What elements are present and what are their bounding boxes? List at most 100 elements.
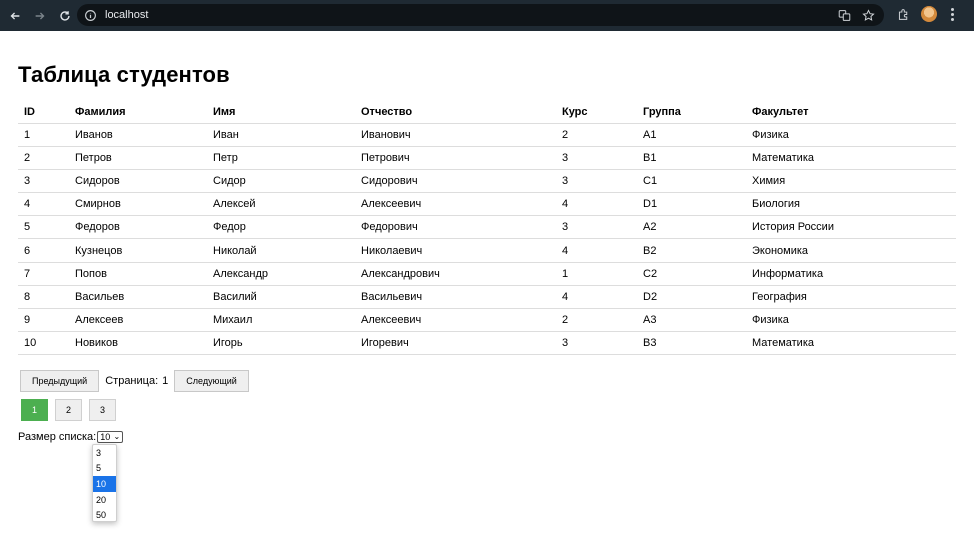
- page-button-1[interactable]: 1: [21, 399, 48, 421]
- cell-group: A1: [637, 123, 746, 147]
- cell-faculty: Математика: [746, 146, 956, 170]
- profile-avatar[interactable]: [921, 6, 937, 22]
- cell-middle-name: Николаевич: [355, 238, 556, 263]
- cell-last-name: Петров: [69, 146, 207, 170]
- star-icon[interactable]: [860, 7, 876, 23]
- cell-faculty: История России: [746, 215, 956, 240]
- cell-id: 3: [18, 169, 69, 194]
- cell-faculty: Экономика: [746, 238, 956, 263]
- cell-id: 5: [18, 215, 69, 240]
- header-last-name: Фамилия: [69, 101, 207, 124]
- address-bar[interactable]: localhost: [77, 4, 884, 26]
- cell-middle-name: Алексеевич: [355, 192, 556, 217]
- cell-group: A2: [637, 215, 746, 240]
- header-group: Группа: [637, 101, 746, 124]
- cell-last-name: Смирнов: [69, 192, 207, 217]
- cell-course: 4: [556, 192, 637, 217]
- cell-middle-name: Игоревич: [355, 331, 556, 356]
- table-row: 10 Новиков Игорь Игоревич 3 B3 Математика: [18, 331, 956, 356]
- cell-group: A3: [637, 308, 746, 333]
- table-row: 6 Кузнецов Николай Николаевич 4 B2 Экономика: [18, 238, 956, 263]
- cell-first-name: Николай: [207, 238, 355, 263]
- table-header-row: ID Фамилия Имя Отчество Курс Группа Факу…: [18, 101, 956, 124]
- page-size-option-5[interactable]: 5: [93, 461, 116, 477]
- cell-last-name: Иванов: [69, 123, 207, 147]
- extensions-icon[interactable]: [895, 6, 911, 22]
- page-size-option-3[interactable]: 3: [93, 445, 116, 461]
- cell-course: 2: [556, 308, 637, 333]
- table-row: 2 Петров Петр Петрович 3 B1 Математика: [18, 146, 956, 170]
- table-row: 1 Иванов Иван Иванович 2 A1 Физика: [18, 123, 956, 147]
- table-body: 1 Иванов Иван Иванович 2 A1 Физика 2 Петров Петр П…: [18, 123, 956, 356]
- cell-middle-name: Алексеевич: [355, 308, 556, 333]
- page-title: Таблица студентов: [18, 62, 230, 87]
- url-text: localhost: [105, 9, 149, 21]
- cell-id: 1: [18, 123, 69, 147]
- cell-first-name: Михаил: [207, 308, 355, 333]
- cell-id: 9: [18, 308, 69, 333]
- page-size-option-50[interactable]: 50: [93, 507, 116, 523]
- page-size-select[interactable]: 10 ⌄: [97, 431, 124, 443]
- page-button-3[interactable]: 3: [89, 399, 116, 421]
- translate-icon[interactable]: [836, 7, 852, 23]
- page-size-dropdown: 3 5 10 20 50: [92, 444, 117, 522]
- browser-toolbar: localhost: [0, 0, 974, 31]
- cell-first-name: Федор: [207, 215, 355, 240]
- cell-course: 3: [556, 331, 637, 356]
- page-indicator: Страница: 1: [105, 375, 168, 387]
- cell-faculty: Физика: [746, 308, 956, 333]
- back-icon[interactable]: [4, 5, 26, 27]
- page-button-2[interactable]: 2: [55, 399, 82, 421]
- cell-course: 3: [556, 146, 637, 170]
- table-row: 5 Федоров Федор Федорович 3 A2 История России: [18, 215, 956, 240]
- cell-id: 8: [18, 285, 69, 310]
- cell-faculty: Физика: [746, 123, 956, 147]
- pagination-controls: Предыдущий Страница: 1 Следующий: [20, 370, 249, 392]
- cell-group: D1: [637, 192, 746, 217]
- header-id: ID: [18, 101, 69, 124]
- cell-id: 6: [18, 238, 69, 263]
- cell-first-name: Иван: [207, 123, 355, 147]
- header-course: Курс: [556, 101, 637, 124]
- cell-middle-name: Петрович: [355, 146, 556, 170]
- cell-first-name: Сидор: [207, 169, 355, 194]
- header-middle-name: Отчество: [355, 101, 556, 124]
- table-row: 9 Алексеев Михаил Алексеевич 2 A3 Физика: [18, 308, 956, 333]
- cell-last-name: Кузнецов: [69, 238, 207, 263]
- reload-icon[interactable]: [54, 5, 76, 27]
- cell-middle-name: Сидорович: [355, 169, 556, 194]
- cell-first-name: Игорь: [207, 331, 355, 356]
- page-size-option-20[interactable]: 20: [93, 492, 116, 508]
- info-icon[interactable]: [82, 7, 98, 23]
- table-row: 7 Попов Александр Александрович 1 C2 Информати…: [18, 262, 956, 286]
- cell-course: 1: [556, 262, 637, 286]
- cell-last-name: Попов: [69, 262, 207, 286]
- page-size-label: Размер списка:: [18, 431, 97, 443]
- next-page-button[interactable]: Следующий: [174, 370, 249, 392]
- cell-last-name: Федоров: [69, 215, 207, 240]
- cell-course: 4: [556, 285, 637, 310]
- cell-last-name: Алексеев: [69, 308, 207, 333]
- forward-icon[interactable]: [29, 5, 51, 27]
- cell-last-name: Сидоров: [69, 169, 207, 194]
- page-number-buttons: 1 2 3: [21, 399, 116, 421]
- cell-id: 4: [18, 192, 69, 217]
- cell-faculty: Математика: [746, 331, 956, 356]
- cell-first-name: Василий: [207, 285, 355, 310]
- cell-middle-name: Иванович: [355, 123, 556, 147]
- cell-last-name: Васильев: [69, 285, 207, 310]
- cell-id: 7: [18, 262, 69, 286]
- table-row: 3 Сидоров Сидор Сидорович 3 C1 Химия: [18, 169, 956, 194]
- cell-id: 10: [18, 331, 69, 356]
- menu-icon[interactable]: [947, 6, 957, 22]
- page-size-option-10[interactable]: 10: [93, 476, 116, 492]
- page-size-value: 10: [100, 432, 111, 442]
- cell-course: 4: [556, 238, 637, 263]
- cell-course: 3: [556, 169, 637, 194]
- prev-page-button[interactable]: Предыдущий: [20, 370, 100, 392]
- cell-first-name: Алексей: [207, 192, 355, 217]
- cell-group: C2: [637, 262, 746, 286]
- cell-middle-name: Александрович: [355, 262, 556, 286]
- cell-faculty: Информатика: [746, 262, 956, 286]
- table-row: 4 Смирнов Алексей Алексеевич 4 D1 Биология: [18, 192, 956, 217]
